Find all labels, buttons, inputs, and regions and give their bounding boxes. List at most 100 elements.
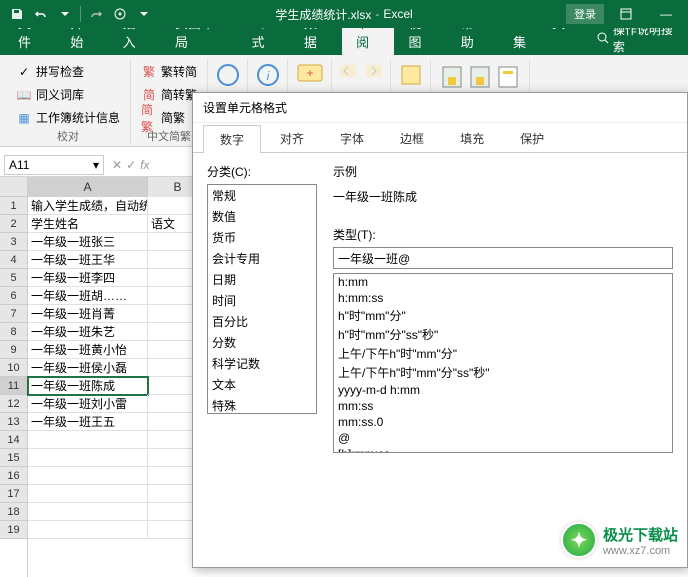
row-header[interactable]: 4 (0, 251, 27, 269)
cell[interactable]: 一年级一班陈成 (28, 377, 148, 395)
row-header[interactable]: 3 (0, 233, 27, 251)
sample-value: 一年级一班陈成 (333, 184, 673, 214)
category-item[interactable]: 数值 (208, 206, 316, 227)
type-item[interactable]: h"时"mm"分"ss"秒" (334, 325, 672, 344)
type-item[interactable]: mm:ss (334, 398, 672, 414)
row-header[interactable]: 19 (0, 521, 27, 539)
dtab-align[interactable]: 对齐 (263, 124, 321, 152)
fx-icon[interactable]: fx (140, 158, 149, 172)
category-item[interactable]: 常规 (208, 185, 316, 206)
category-list[interactable]: 常规数值货币会计专用日期时间百分比分数科学记数文本特殊自定义 (207, 184, 317, 414)
type-input[interactable] (333, 247, 673, 269)
row-header[interactable]: 7 (0, 305, 27, 323)
qat-dropdown-icon[interactable] (54, 3, 76, 25)
row-header[interactable]: 9 (0, 341, 27, 359)
cell[interactable]: 学生姓名 (28, 215, 148, 233)
trad-to-simp-button[interactable]: 繁繁转简 (137, 61, 201, 82)
name-box[interactable]: A11 ▾ (4, 155, 104, 175)
enter-icon[interactable]: ✓ (126, 158, 136, 172)
cell[interactable]: 一年级一班王华 (28, 251, 148, 269)
window-title: 学生成绩统计.xlsx - Excel (275, 6, 412, 23)
cell[interactable]: 一年级一班王五 (28, 413, 148, 431)
row-header[interactable]: 13 (0, 413, 27, 431)
cell[interactable]: 一年级一班侯小磊 (28, 359, 148, 377)
cell[interactable] (28, 503, 148, 521)
cell[interactable]: 一年级一班朱艺 (28, 323, 148, 341)
row-header[interactable]: 2 (0, 215, 27, 233)
cell[interactable] (28, 521, 148, 539)
cell[interactable] (28, 431, 148, 449)
redo-icon[interactable] (85, 3, 107, 25)
allow-edit-button[interactable] (497, 63, 519, 94)
row-header[interactable]: 10 (0, 359, 27, 377)
cell[interactable]: 一年级一班李四 (28, 269, 148, 287)
row-header[interactable]: 18 (0, 503, 27, 521)
cell[interactable] (28, 449, 148, 467)
row-header[interactable]: 8 (0, 323, 27, 341)
cell[interactable]: 一年级一班张三 (28, 233, 148, 251)
undo-icon[interactable] (30, 3, 52, 25)
dtab-font[interactable]: 字体 (323, 124, 381, 152)
new-comment-button[interactable]: + (294, 59, 325, 91)
row-header[interactable]: 16 (0, 467, 27, 485)
cell[interactable]: 一年级一班黄小怡 (28, 341, 148, 359)
touch-mode-icon[interactable] (109, 3, 131, 25)
dtab-protect[interactable]: 保护 (503, 124, 561, 152)
cell[interactable] (28, 485, 148, 503)
row-header[interactable]: 5 (0, 269, 27, 287)
notes-button[interactable] (397, 59, 424, 91)
cell[interactable]: 输入学生成绩，自动统 (28, 197, 148, 215)
cell[interactable]: 一年级一班刘小雷 (28, 395, 148, 413)
row-header[interactable]: 1 (0, 197, 27, 215)
type-item[interactable]: mm:ss.0 (334, 414, 672, 430)
chevron-down-icon[interactable]: ▾ (93, 158, 99, 172)
protect-workbook-button[interactable] (469, 63, 491, 94)
save-icon[interactable] (6, 3, 28, 25)
type-item[interactable]: yyyy-m-d h:mm (334, 382, 672, 398)
type-item[interactable]: h:mm:ss (334, 290, 672, 306)
spell-check-button[interactable]: ✓拼写检查 (12, 61, 124, 82)
category-item[interactable]: 科学记数 (208, 353, 316, 374)
category-item[interactable]: 分数 (208, 332, 316, 353)
type-item[interactable]: 上午/下午h"时"mm"分" (334, 344, 672, 363)
category-item[interactable]: 日期 (208, 269, 316, 290)
cell[interactable]: 一年级一班胡…… (28, 287, 148, 305)
type-item[interactable]: @ (334, 430, 672, 446)
cell[interactable] (28, 467, 148, 485)
dialog-title: 设置单元格格式 (193, 93, 687, 123)
type-list[interactable]: h:mmh:mm:ssh"时"mm"分"h"时"mm"分"ss"秒"上午/下午h… (333, 273, 673, 453)
type-item[interactable]: 上午/下午h"时"mm"分"ss"秒" (334, 363, 672, 382)
workbook-stats-button[interactable]: ▦工作簿统计信息 (12, 107, 124, 128)
row-headers: 12345678910111213141516171819 (0, 197, 28, 577)
type-item[interactable]: h:mm (334, 274, 672, 290)
row-header[interactable]: 11 (0, 377, 27, 395)
row-header[interactable]: 17 (0, 485, 27, 503)
row-header[interactable]: 12 (0, 395, 27, 413)
category-item[interactable]: 文本 (208, 374, 316, 395)
thesaurus-button[interactable]: 📖同义词库 (12, 84, 124, 105)
type-item[interactable]: h"时"mm"分" (334, 306, 672, 325)
smart-lookup-button[interactable]: i (254, 59, 281, 91)
category-item[interactable]: 货币 (208, 227, 316, 248)
dtab-fill[interactable]: 填充 (443, 124, 501, 152)
category-item[interactable]: 会计专用 (208, 248, 316, 269)
row-header[interactable]: 6 (0, 287, 27, 305)
select-all-corner[interactable] (0, 177, 28, 197)
cell[interactable]: 一年级一班肖菁 (28, 305, 148, 323)
qat-more-icon[interactable] (133, 3, 155, 25)
row-header[interactable]: 14 (0, 431, 27, 449)
category-item[interactable]: 时间 (208, 290, 316, 311)
type-item[interactable]: [h]:mm:ss (334, 446, 672, 453)
accessibility-button[interactable] (214, 59, 241, 91)
col-header-a[interactable]: A (28, 177, 148, 197)
dtab-border[interactable]: 边框 (383, 124, 441, 152)
category-item[interactable]: 特殊 (208, 395, 316, 414)
protect-sheet-button[interactable] (441, 63, 463, 94)
minimize-icon[interactable]: — (648, 2, 684, 26)
ribbon-display-icon[interactable] (608, 2, 644, 26)
login-button[interactable]: 登录 (566, 4, 604, 24)
cancel-icon[interactable]: ✕ (112, 158, 122, 172)
dtab-number[interactable]: 数字 (203, 125, 261, 153)
category-item[interactable]: 百分比 (208, 311, 316, 332)
row-header[interactable]: 15 (0, 449, 27, 467)
